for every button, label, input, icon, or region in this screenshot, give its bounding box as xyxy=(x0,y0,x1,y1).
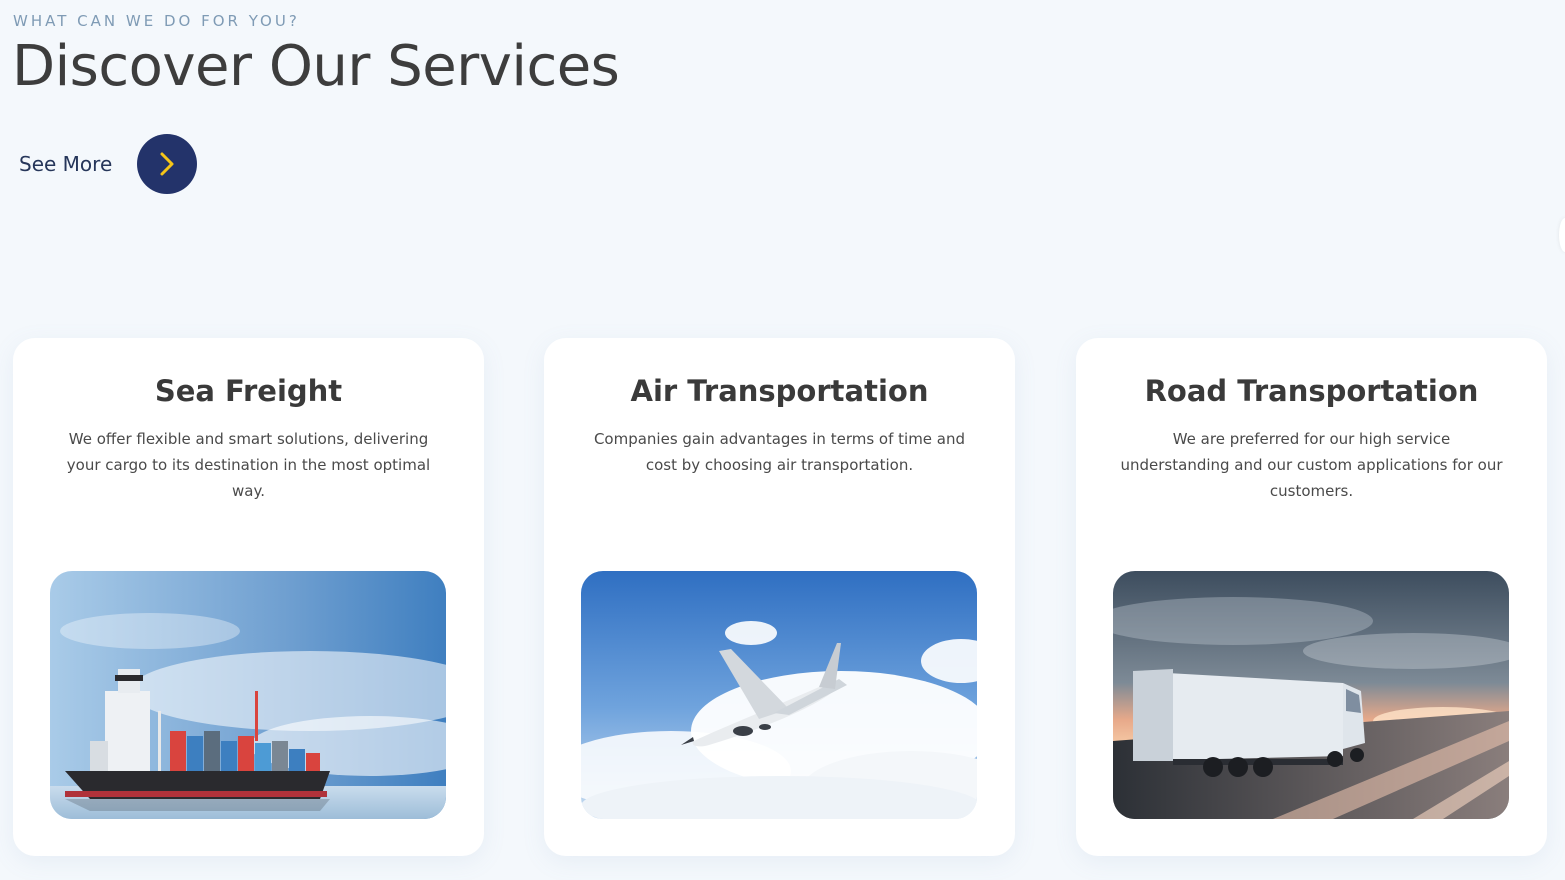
service-card-description: Companies gain advantages in terms of ti… xyxy=(593,430,966,474)
airplane-image xyxy=(581,571,977,819)
section-title: Discover Our Services xyxy=(12,34,620,99)
service-card-road-transportation[interactable]: Road Transportation We are preferred for… xyxy=(1076,338,1547,856)
truck-image xyxy=(1113,571,1509,819)
service-card-title: Sea Freight xyxy=(154,374,343,408)
services-section: WHAT CAN WE DO FOR YOU? Discover Our Ser… xyxy=(0,0,1565,880)
container-ship-image xyxy=(50,571,446,819)
chevron-right-icon xyxy=(160,152,174,176)
service-card-title: Air Transportation xyxy=(630,374,929,408)
service-card-sea-freight[interactable]: Sea Freight We offer flexible and smart … xyxy=(13,338,484,856)
service-card-title: Road Transportation xyxy=(1144,374,1479,408)
see-more-label[interactable]: See More xyxy=(19,152,112,176)
section-eyebrow: WHAT CAN WE DO FOR YOU? xyxy=(13,12,300,30)
service-card-description: We are preferred for our high service un… xyxy=(1120,430,1503,500)
see-more-link[interactable]: See More xyxy=(19,134,198,194)
carousel-edge-handle[interactable] xyxy=(1559,218,1565,252)
see-more-button[interactable] xyxy=(137,134,198,194)
service-card-description: We offer flexible and smart solutions, d… xyxy=(66,430,431,500)
service-card-air-transportation[interactable]: Air Transportation Companies gain advant… xyxy=(544,338,1015,856)
